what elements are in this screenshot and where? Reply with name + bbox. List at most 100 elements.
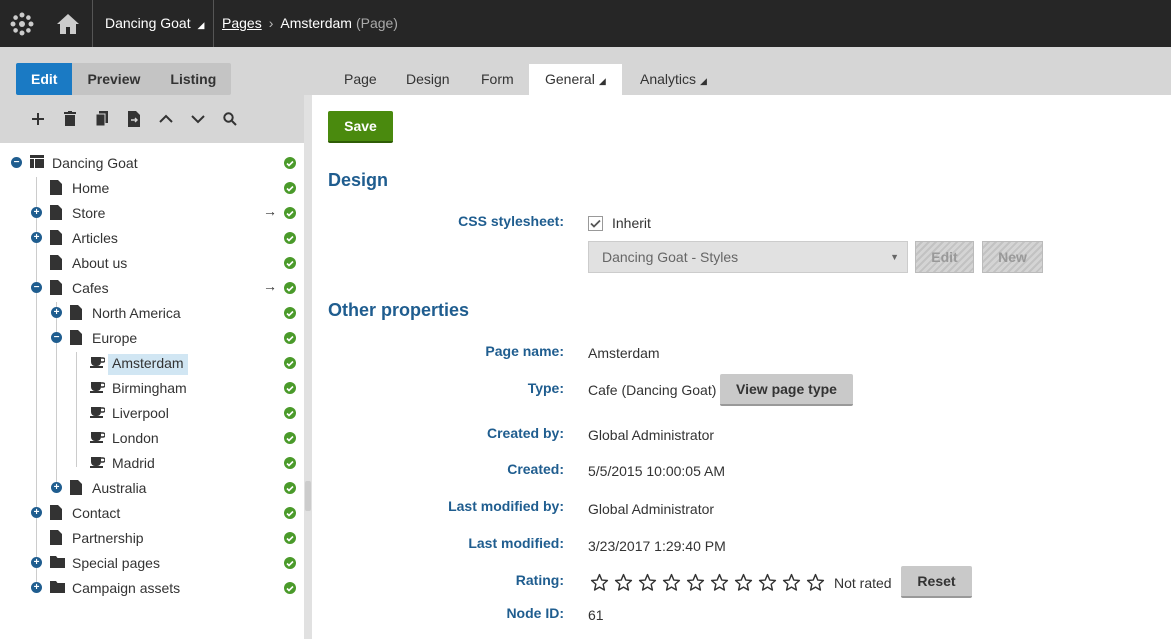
- tree-item-label[interactable]: Birmingham: [108, 379, 191, 400]
- collapse-icon[interactable]: −: [31, 282, 42, 293]
- star-icon[interactable]: [710, 573, 729, 592]
- reset-rating-button[interactable]: Reset: [901, 566, 972, 598]
- collapse-icon[interactable]: −: [11, 157, 22, 168]
- tab-design-label: Design: [406, 71, 450, 87]
- star-icon[interactable]: [782, 573, 801, 592]
- star-icon[interactable]: [590, 573, 609, 592]
- published-check-icon: [284, 407, 296, 419]
- save-button[interactable]: Save: [328, 111, 393, 143]
- tree-item[interactable]: Partnership: [0, 526, 304, 551]
- collapse-icon[interactable]: −: [51, 332, 62, 343]
- search-icon[interactable]: [214, 109, 246, 129]
- tree-item-label[interactable]: North America: [88, 304, 185, 325]
- mode-listing-button[interactable]: Listing: [155, 63, 232, 95]
- last-modified-by-label: Last modified by:: [448, 498, 564, 514]
- mode-preview-button[interactable]: Preview: [72, 63, 156, 95]
- tree-item[interactable]: + Store →: [0, 201, 304, 226]
- tab-page-label: Page: [344, 71, 377, 87]
- tree-item-label[interactable]: Campaign assets: [68, 579, 184, 600]
- copy-icon[interactable]: [86, 109, 118, 129]
- content-tree-panel: Edit Preview Listing − Dancing Goat Home…: [0, 47, 304, 639]
- published-check-icon: [284, 507, 296, 519]
- cafe-cup-icon: [90, 455, 106, 471]
- breadcrumb-pages-link[interactable]: Pages: [222, 15, 262, 31]
- tree-item[interactable]: + Campaign assets: [0, 576, 304, 601]
- tree-item[interactable]: − Cafes →: [0, 276, 304, 301]
- tree-item-label[interactable]: Europe: [88, 329, 141, 350]
- site-selector[interactable]: Dancing Goat ◢: [105, 15, 204, 31]
- tree-item[interactable]: + Articles: [0, 226, 304, 251]
- tab-page[interactable]: Page: [328, 64, 393, 95]
- expand-icon[interactable]: +: [31, 557, 42, 568]
- tree-item-label[interactable]: Special pages: [68, 554, 164, 575]
- expand-icon[interactable]: +: [31, 582, 42, 593]
- tree-item[interactable]: Birmingham: [0, 376, 304, 401]
- view-page-type-button[interactable]: View page type: [720, 374, 853, 406]
- plus-icon[interactable]: [22, 109, 54, 129]
- folder-icon: [50, 555, 65, 571]
- cafe-cup-icon: [90, 355, 106, 371]
- tab-general[interactable]: General ◢: [529, 64, 622, 95]
- star-icon[interactable]: [758, 573, 777, 592]
- tree-item[interactable]: + North America: [0, 301, 304, 326]
- tree-item-label[interactable]: About us: [68, 254, 131, 275]
- published-check-icon: [284, 232, 296, 244]
- tree-item-label[interactable]: Articles: [68, 229, 122, 250]
- edit-stylesheet-button[interactable]: Edit: [915, 241, 974, 273]
- tree-item[interactable]: Liverpool: [0, 401, 304, 426]
- tree-item-label[interactable]: Store: [68, 204, 109, 225]
- mode-edit-button[interactable]: Edit: [16, 63, 73, 95]
- tree-item[interactable]: Home: [0, 176, 304, 201]
- expand-icon[interactable]: +: [51, 482, 62, 493]
- tree-item[interactable]: − Dancing Goat: [0, 151, 304, 176]
- tree-item[interactable]: − Europe: [0, 326, 304, 351]
- inherit-checkbox[interactable]: [588, 216, 603, 231]
- new-stylesheet-button[interactable]: New: [982, 241, 1043, 273]
- star-icon[interactable]: [638, 573, 657, 592]
- expand-icon[interactable]: +: [31, 232, 42, 243]
- tree-item-label[interactable]: Australia: [88, 479, 150, 500]
- home-icon[interactable]: [44, 0, 92, 47]
- expand-icon[interactable]: +: [31, 507, 42, 518]
- tree-item-label[interactable]: Liverpool: [108, 404, 173, 425]
- tree-item-label[interactable]: London: [108, 429, 163, 450]
- tree-item-label[interactable]: Contact: [68, 504, 124, 525]
- tree-item[interactable]: Madrid: [0, 451, 304, 476]
- last-modified-value: 3/23/2017 1:29:40 PM: [588, 538, 726, 554]
- star-icon[interactable]: [686, 573, 705, 592]
- tree-item[interactable]: Amsterdam: [0, 351, 304, 376]
- tree-item-label[interactable]: Madrid: [108, 454, 159, 475]
- trash-icon[interactable]: [54, 109, 86, 129]
- tree-item[interactable]: + Special pages: [0, 551, 304, 576]
- tree-item-label[interactable]: Partnership: [68, 529, 148, 550]
- star-icon[interactable]: [806, 573, 825, 592]
- panel-splitter[interactable]: [304, 95, 312, 639]
- kentico-logo-icon[interactable]: [0, 0, 44, 47]
- star-icon[interactable]: [662, 573, 681, 592]
- expand-icon[interactable]: +: [51, 307, 62, 318]
- tree-item-label[interactable]: Dancing Goat: [48, 154, 142, 175]
- published-check-icon: [284, 257, 296, 269]
- tab-analytics[interactable]: Analytics ◢: [624, 64, 723, 95]
- move-icon[interactable]: [118, 109, 150, 129]
- published-check-icon: [284, 207, 296, 219]
- tree-item[interactable]: About us: [0, 251, 304, 276]
- splitter-grip-icon[interactable]: [305, 481, 311, 511]
- tree-item-label[interactable]: Cafes: [68, 279, 113, 300]
- tree-item-label[interactable]: Home: [68, 179, 113, 200]
- chevron-down-icon[interactable]: [182, 109, 214, 129]
- tree-item[interactable]: + Australia: [0, 476, 304, 501]
- star-icon[interactable]: [614, 573, 633, 592]
- tab-design[interactable]: Design: [390, 64, 466, 95]
- breadcrumb: Pages › Amsterdam (Page): [222, 15, 398, 31]
- design-heading: Design: [328, 170, 389, 190]
- tab-form[interactable]: Form: [465, 64, 530, 95]
- tree-item[interactable]: London: [0, 426, 304, 451]
- expand-icon[interactable]: +: [31, 207, 42, 218]
- chevron-up-icon[interactable]: [150, 109, 182, 129]
- tree-item-label[interactable]: Amsterdam: [108, 354, 188, 375]
- star-icon[interactable]: [734, 573, 753, 592]
- tree-item[interactable]: + Contact: [0, 501, 304, 526]
- page-name-value: Amsterdam: [588, 345, 660, 361]
- stylesheet-select[interactable]: Dancing Goat - Styles ▼: [588, 241, 908, 273]
